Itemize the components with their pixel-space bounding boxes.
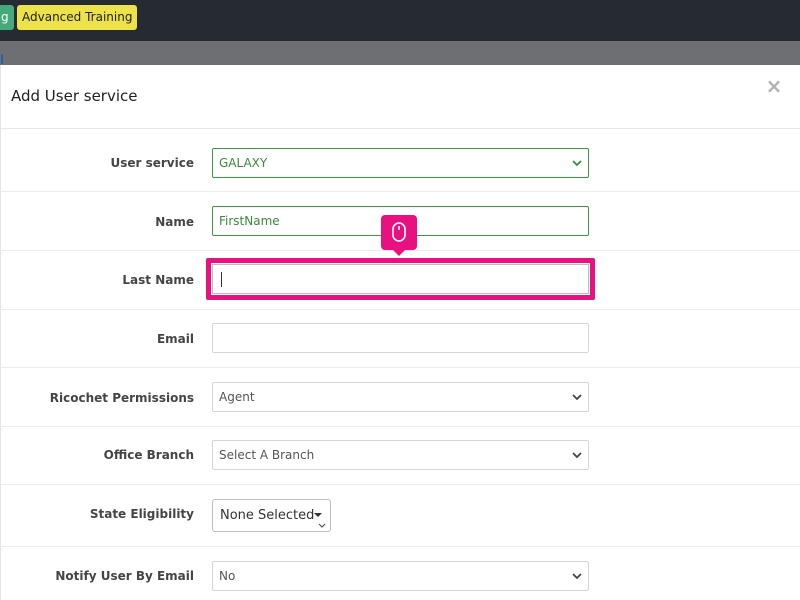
- chevron-down-icon: [572, 573, 582, 580]
- chevron-down-icon: [572, 452, 582, 459]
- modal-title: Add User service: [11, 87, 138, 105]
- user-service-value: GALAXY: [219, 156, 268, 170]
- row-user-service: User service GALAXY: [0, 130, 800, 192]
- chevron-down-icon: [572, 160, 582, 167]
- notify-user-by-email-select[interactable]: No: [212, 561, 589, 591]
- name-value: FirstName: [219, 214, 280, 228]
- last-name-label: Last Name: [122, 273, 194, 287]
- caret-down-icon: [314, 513, 322, 517]
- office-branch-label: Office Branch: [103, 448, 194, 462]
- tooltip-arrow: [393, 250, 405, 256]
- close-button[interactable]: ×: [764, 75, 784, 97]
- mouse-click-icon: [392, 222, 406, 242]
- notify-user-by-email-label: Notify User By Email: [55, 569, 194, 583]
- modal-header: Add User service ×: [1, 65, 800, 129]
- state-eligibility-multiselect[interactable]: None Selected: [212, 499, 331, 532]
- row-notify-user-by-email: Notify User By Email No: [0, 547, 800, 600]
- advanced-training-badge[interactable]: Advanced Training: [17, 5, 138, 30]
- focus-highlight: [206, 258, 595, 300]
- row-ricochet-permissions: Ricochet Permissions Agent: [0, 368, 800, 427]
- user-service-label: User service: [110, 156, 194, 170]
- chevron-down-icon: [572, 394, 582, 401]
- state-eligibility-label: State Eligibility: [89, 507, 194, 521]
- office-branch-value: Select A Branch: [219, 448, 315, 462]
- row-email: Email: [0, 310, 800, 368]
- notify-user-by-email-value: No: [219, 569, 236, 583]
- modal-backdrop: [0, 41, 800, 65]
- ricochet-permissions-select[interactable]: Agent: [212, 382, 589, 412]
- state-eligibility-value: None Selected: [220, 508, 315, 523]
- user-service-select[interactable]: GALAXY: [212, 148, 589, 178]
- top-nav-bar: g Advanced Training: [0, 0, 800, 41]
- chevron-down-icon: [318, 523, 326, 528]
- ricochet-permissions-value: Agent: [219, 390, 255, 404]
- name-label: Name: [155, 215, 194, 229]
- close-icon: ×: [765, 74, 783, 98]
- row-office-branch: Office Branch Select A Branch: [0, 427, 800, 485]
- email-label: Email: [156, 332, 194, 346]
- email-input[interactable]: [212, 323, 589, 353]
- row-state-eligibility: State Eligibility None Selected: [0, 485, 800, 547]
- ricochet-permissions-label: Ricochet Permissions: [49, 391, 194, 405]
- training-badge-partial[interactable]: g: [0, 5, 14, 30]
- backdrop-edge-mark: [1, 54, 3, 64]
- office-branch-select[interactable]: Select A Branch: [212, 440, 589, 470]
